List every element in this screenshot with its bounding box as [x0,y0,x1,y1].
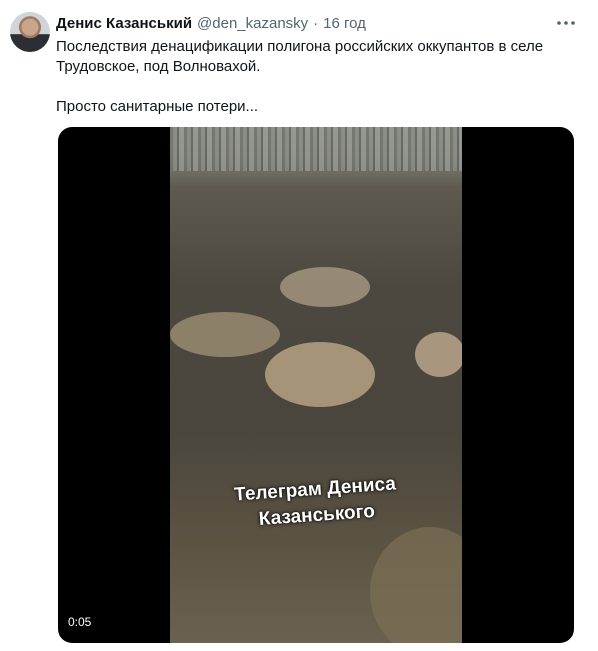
video-player[interactable]: Телеграм Дениса Казанського 0:05 [58,127,574,643]
video-frame: Телеграм Дениса Казанського [170,127,462,643]
more-horizontal-icon [557,21,575,25]
author-handle[interactable]: @den_kazansky [197,15,308,32]
video-scene-patch [280,267,370,307]
more-button[interactable] [556,13,576,33]
tweet-header: Денис Казанський @den_kazansky · 16 год [56,12,558,34]
tweet-text: Последствия денацификации полигона росси… [56,37,576,117]
tweet-timestamp[interactable]: 16 год [323,15,366,32]
video-scene-patch [415,332,462,377]
avatar[interactable] [10,12,50,52]
video-scene-patch [170,312,280,357]
author-name[interactable]: Денис Казанський [56,15,192,32]
video-scene-patch [265,342,375,407]
separator-dot: · [313,14,319,32]
tweet-text-paragraph: Последствия денацификации полигона росси… [56,38,544,75]
video-duration: 0:05 [68,615,92,629]
video-treeline [170,127,462,171]
video-scene-patch [370,527,462,643]
tweet-text-paragraph: Просто санитарные потери... [56,98,259,115]
